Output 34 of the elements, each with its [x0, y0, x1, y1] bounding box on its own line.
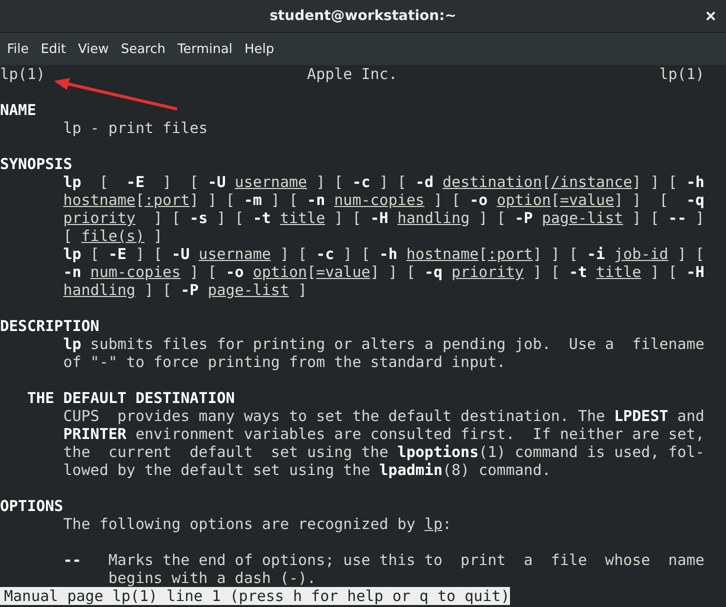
man-page-line: priority ] [ -s ] [ -t title ] [ -H handling ] [ -P page-list ] [ -- ]	[63, 209, 704, 227]
menu-item[interactable]: View	[72, 37, 115, 61]
close-button[interactable]: ×	[701, 6, 720, 26]
man-page-line: the current default set using the lpoptions(1) command is used, fol-	[63, 443, 704, 461]
man-page-line: -- Marks the end of options; use this to print a file whose name	[63, 551, 704, 569]
man-page-line: hostname[:port] ] [ -m ] [ -n num-copies ] [ -o option[=value] ] [ -q	[63, 191, 704, 209]
man-page-line: of "-" to force printing from the standard input.	[63, 353, 506, 371]
section-heading: DESCRIPTION	[0, 317, 100, 335]
menu-item[interactable]: Edit	[34, 37, 72, 61]
section-heading: SYNOPSIS	[0, 155, 72, 173]
man-page-line: [ file(s) ]	[63, 227, 163, 245]
man-page-line: lowed by the default set using the lpadmin(8) command.	[63, 461, 551, 479]
man-page-line: The following options are recognized by lp:	[63, 515, 452, 533]
man-page-line: CUPS provides many ways to set the default destination. The LPDEST and	[63, 407, 704, 425]
man-page-line: PRINTER environment variables are consulted first. If neither are set,	[63, 425, 704, 443]
man-page-source: Apple Inc.	[307, 65, 398, 83]
window-title: student@workstation:~	[270, 8, 456, 24]
section-heading: THE DEFAULT DESTINATION	[27, 389, 235, 407]
man-page-line: lp - print files	[63, 119, 208, 137]
man-page-line: lp [ -E ] [ -U username ] [ -c ] [ -d destination[/instance] ] [ -h	[63, 173, 704, 191]
menu-item[interactable]: Search	[114, 37, 172, 61]
man-page-name: lp(1)	[659, 65, 704, 83]
man-page-name: lp(1)	[0, 65, 46, 83]
menu-item[interactable]: File	[1, 37, 35, 61]
man-page-line: begins with a dash (-).	[108, 569, 316, 587]
man-page-line: lp submits files for printing or alters a pending job. Use a filename	[63, 335, 704, 353]
pager-status: Manual page lp(1) line 1 (press h for help or q to quit)	[0, 587, 510, 605]
section-heading: OPTIONS	[0, 497, 64, 515]
section-heading: NAME	[0, 101, 36, 119]
man-page-line: lp [ -E ] [ -U username ] [ -c ] [ -h hostname[:port] ] [ -i job-id ] [	[63, 245, 704, 263]
menu-item[interactable]: Terminal	[171, 37, 238, 61]
man-page-line: handling ] [ -P page-list ]	[63, 281, 308, 299]
menu-item[interactable]: Help	[238, 37, 280, 61]
man-page-line: -n num-copies ] [ -o option[=value] ] [ -q priority ] [ -t title ] [ -H	[63, 263, 704, 281]
